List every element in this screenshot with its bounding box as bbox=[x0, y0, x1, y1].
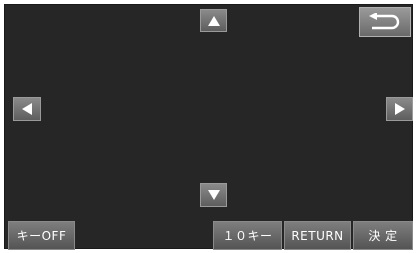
triangle-left-icon bbox=[22, 103, 32, 115]
left-arrow-button[interactable] bbox=[13, 97, 41, 121]
back-button[interactable] bbox=[359, 7, 411, 37]
triangle-down-icon bbox=[207, 190, 220, 200]
confirm-button[interactable]: 決 定 bbox=[353, 221, 413, 250]
confirm-label: 決 定 bbox=[368, 229, 398, 243]
right-arrow-button[interactable] bbox=[386, 97, 413, 121]
ten-key-button[interactable]: １０キー bbox=[213, 221, 282, 250]
ten-key-label: １０キー bbox=[222, 229, 273, 243]
return-button[interactable]: RETURN bbox=[284, 221, 351, 250]
key-off-button[interactable]: キーOFF bbox=[8, 221, 75, 250]
triangle-right-icon bbox=[394, 103, 405, 115]
triangle-up-icon bbox=[207, 15, 220, 26]
key-off-label: キーOFF bbox=[16, 229, 67, 243]
return-label: RETURN bbox=[291, 228, 344, 243]
up-arrow-button[interactable] bbox=[200, 9, 227, 32]
down-arrow-button[interactable] bbox=[200, 183, 227, 207]
remote-control-screen: キーOFF １０キー RETURN 決 定 bbox=[4, 4, 413, 250]
return-arrow-icon bbox=[369, 13, 400, 30]
